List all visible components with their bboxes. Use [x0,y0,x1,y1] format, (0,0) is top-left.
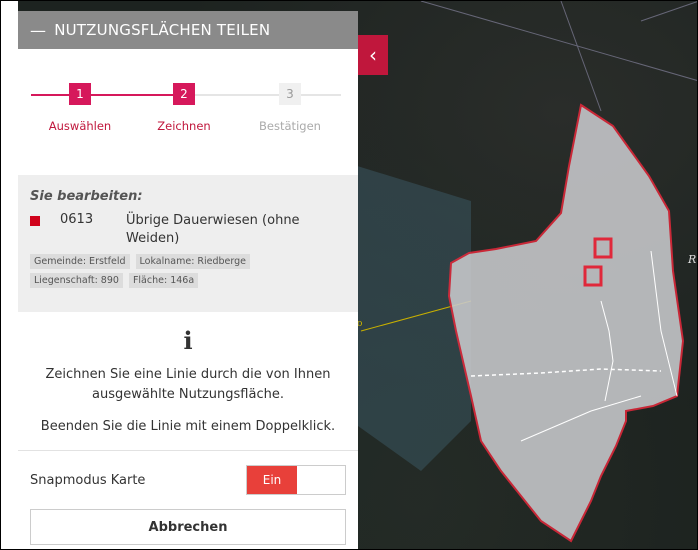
cancel-button[interactable]: Abbrechen [30,509,346,545]
map-label: R [688,253,697,266]
step-indicator: 1 2 3 Auswählen Zeichnen Bestätigen [18,83,358,153]
snap-label: Snapmodus Karte [30,472,146,488]
selected-parcel[interactable] [447,103,685,543]
left-margin [1,1,18,549]
side-panel: — NUTZUNGSFLÄCHEN TEILEN 1 2 3 Auswählen… [18,11,358,549]
map-line [640,1,697,22]
app-frame: R o ‹ — NUTZUNGSFLÄCHEN TEILEN 1 2 3 Aus… [0,0,698,550]
step-2: 2 [173,83,195,105]
step-3: 3 [279,83,301,105]
map-line [420,1,697,81]
snap-row: Snapmodus Karte Ein [18,465,358,495]
toggle-off[interactable] [297,466,345,494]
tag-list: Gemeinde: Erstfeld Lokalname: Riedberge … [30,254,346,288]
map-line [560,1,602,112]
step-3-label: Bestätigen [259,119,321,133]
step-2-label: Zeichnen [157,119,211,133]
info-section: i Zeichnen Sie eine Linie durch die von … [18,312,358,434]
feature-row: 0613 Übrige Dauerwiesen (ohne Weiden) [30,212,346,248]
step-1-label: Auswählen [48,119,112,133]
tag-liegenschaft: Liegenschaft: 890 [30,273,123,288]
info-icon: i [183,326,193,355]
editing-section: Sie bearbeiten: 0613 Übrige Dauerwiesen … [18,175,358,312]
panel-header[interactable]: — NUTZUNGSFLÄCHEN TEILEN [18,11,358,49]
tag-gemeinde: Gemeinde: Erstfeld [30,254,130,269]
step-line [91,94,173,96]
water-area [341,161,471,471]
tag-flaeche: Fläche: 146a [128,273,199,288]
collapse-panel-button[interactable]: ‹ [358,35,388,75]
minus-icon: — [30,20,47,40]
snap-toggle[interactable]: Ein [246,465,346,495]
feature-code: 0613 [60,212,94,227]
step-1: 1 [69,83,91,105]
color-swatch [30,216,40,226]
info-text-finish: Beenden Sie die Linie mit einem Doppelkl… [40,419,336,434]
tag-lokalname: Lokalname: Riedberge [135,254,251,269]
step-line [301,94,341,96]
panel-title: NUTZUNGSFLÄCHEN TEILEN [54,21,271,39]
toggle-on[interactable]: Ein [247,466,297,494]
divider [18,450,358,451]
feature-name: Übrige Dauerwiesen (ohne Weiden) [126,213,300,246]
step-line [31,94,69,96]
info-text: Zeichnen Sie eine Linie durch die von Ih… [45,367,331,402]
step-line [195,94,279,96]
chevron-left-icon: ‹ [369,43,377,67]
editing-heading: Sie bearbeiten: [30,189,143,204]
